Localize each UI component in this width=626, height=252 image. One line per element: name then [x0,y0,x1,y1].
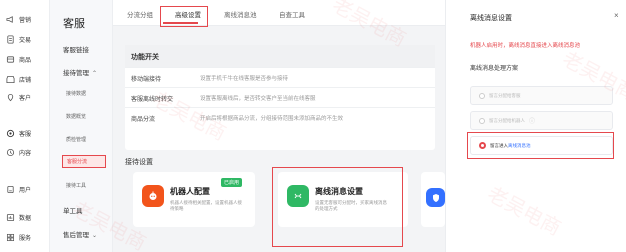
rail-item-trade[interactable]: 交易 [6,33,31,45]
rail-item-data[interactable]: 数据 [6,211,31,223]
menu-sub-diversion[interactable]: 客服分流 [62,155,106,168]
rail-label: 客户 [19,95,32,102]
settings-row: 客服离线时转交 设置客服离线后，是否转交客户至当前在线客服 [125,87,435,107]
tab-diversion-group[interactable]: 分流分组 [127,9,153,19]
menu-sub-quality[interactable]: 质检管理 [66,136,86,143]
store-icon [6,75,15,84]
radio-icon [479,92,485,99]
robot-config-card[interactable]: 机器人配置 机器人接待相关配置，设置机器人接待策略 已启用 [133,172,255,227]
user-icon [6,185,15,194]
menu-sub-reception-data[interactable]: 接待数据 [66,90,86,97]
content-icon [6,148,15,157]
row-desc: 设置客服离线后，是否转交客户至当前在线客服 [200,96,316,102]
row-desc: 开启后将根据商品分流，分组接待范围未添加商品的不生效 [200,116,344,122]
menu-item-label: 售后管理 [63,232,89,239]
rail-item-service-desk[interactable]: 客服 [6,127,31,139]
megaphone-icon [6,15,15,24]
selected-option-highlight-box [467,132,614,159]
rail-item-product[interactable]: 商品 [6,53,31,65]
rail-item-user[interactable]: 用户 [6,183,31,195]
customer-icon [6,93,15,102]
offline-settings-drawer: 离线消息设置 × 机器人启用时，离线消息直接进入离线消息池 离线消息处理方案 留… [445,0,626,252]
primary-nav-rail: 营销 交易 商品 店铺 客户 客服 内容 用户 数据 服务 [0,0,50,252]
tab-highlight-box [160,6,208,27]
drawer-title: 离线消息设置 [470,15,512,22]
card-title: 机器人配置 [170,187,210,196]
drawer-notice: 机器人启用时，离线消息直接进入离线消息池 [470,43,581,49]
tab-offline-pool[interactable]: 离线消息池 [224,9,257,19]
rail-item-content[interactable]: 内容 [6,146,31,158]
option-assign-to-agent[interactable]: 留言分配给客服 [470,86,613,105]
chart-icon [6,213,15,222]
rail-item-service[interactable]: 服务 [6,231,31,243]
headset-icon [6,129,15,138]
secondary-menu: 客服 客服链接 接待管理 ⌃ 接待数据 数据概览 质检管理 客服分流 接待工具 单… [50,0,113,252]
main-content: 分流分组 高级设置 离线消息池 自查工具 功能开关 移动端接待 设置手机千牛在线… [113,0,445,252]
row-label: 客服离线时转交 [131,97,174,103]
chevron-down-icon: ⌄ [92,233,98,239]
rail-label: 用户 [19,187,32,194]
settings-row: 商品分流 开启后将根据商品分流，分组接待范围未添加商品的不生效 [125,107,435,127]
menu-sub-summary[interactable]: 数据概览 [66,113,86,120]
shield-icon [426,188,445,207]
robot-icon [142,185,164,207]
box-icon [6,55,15,64]
rail-label: 交易 [19,37,32,44]
option-label: 留言分配给机器人 [489,117,525,123]
reception-settings-title: 接待设置 [125,159,153,166]
rail-item-marketing[interactable]: 营销 [6,13,31,25]
row-desc: 设置手机千牛在线客服是否参与接待 [200,76,289,82]
menu-item-reception[interactable]: 接待管理 ⌃ [63,67,97,77]
menu-item-aftersale[interactable]: 售后管理 ⌄ [63,229,97,239]
card-desc: 机器人接待相关配置，设置机器人接待策略 [170,200,242,211]
row-label: 商品分流 [131,117,156,123]
menu-sub-tools[interactable]: 接待工具 [66,182,86,189]
rail-item-store[interactable]: 店铺 [6,73,31,85]
drawer-section-label: 离线消息处理方案 [470,66,519,72]
option-label: 留言分配给客服 [489,92,521,98]
rail-label: 店铺 [19,77,32,84]
document-icon [6,34,15,44]
rail-label: 营销 [19,17,32,24]
enabled-badge: 已启用 [221,178,243,187]
rail-label: 客服 [19,131,32,138]
menu-item-workbench[interactable]: 客服链接 [63,44,89,54]
menu-title: 客服 [63,18,85,30]
rail-label: 内容 [19,150,32,157]
service-icon [6,233,15,242]
third-setting-card[interactable] [421,172,445,227]
row-label: 移动端接待 [131,77,162,83]
info-icon: ⓘ [529,119,536,125]
radio-icon [479,117,485,124]
option-assign-to-robot[interactable]: 留言分配给机器人 ⓘ [470,111,613,130]
panel-title: 功能开关 [125,45,435,67]
menu-item-label: 接待管理 [63,70,89,77]
function-switch-panel: 功能开关 移动端接待 设置手机千牛在线客服是否参与接待 客服离线时转交 设置客服… [125,45,435,150]
close-icon[interactable]: × [614,11,619,20]
rail-item-customer[interactable]: 客户 [6,91,31,103]
offline-card-highlight-box [272,167,403,247]
rail-label: 商品 [19,57,32,64]
chevron-up-icon: ⌃ [92,71,98,77]
rail-label: 服务 [19,235,32,242]
rail-label: 数据 [19,215,32,222]
menu-item-ticket[interactable]: 单工具 [63,205,83,215]
tab-bar: 分流分组 高级设置 离线消息池 自查工具 [113,0,445,27]
tab-self-check[interactable]: 自查工具 [279,9,305,19]
settings-row: 移动端接待 设置手机千牛在线客服是否参与接待 [125,67,435,87]
